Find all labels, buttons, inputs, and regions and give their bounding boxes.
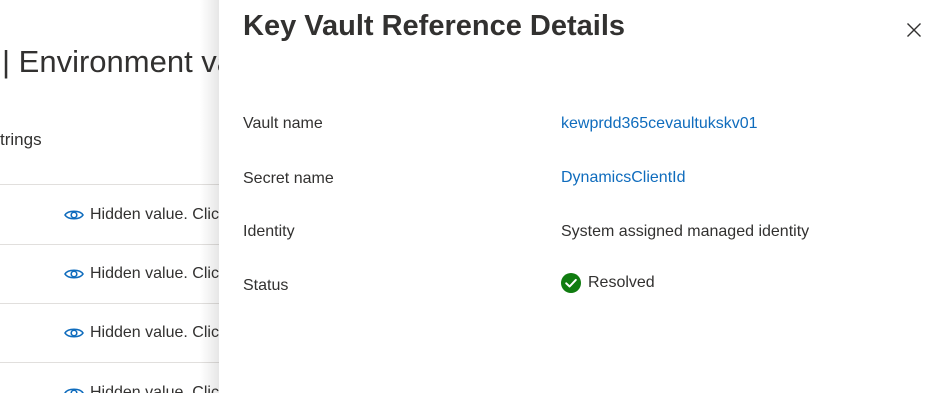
row-divider xyxy=(0,303,230,304)
vault-name-link[interactable]: kewprdd365cevaultukskv01 xyxy=(561,115,758,132)
panel-title: Key Vault Reference Details xyxy=(243,10,626,42)
identity-label: Identity xyxy=(243,223,295,240)
check-circle-icon xyxy=(561,273,581,293)
status-value: Resolved xyxy=(561,273,655,293)
eye-icon xyxy=(64,388,84,393)
screen: | Environment va trings Hidden value. Cl… xyxy=(0,0,940,393)
hidden-value-row[interactable]: Hidden value. Clic xyxy=(64,203,219,227)
row-divider xyxy=(0,184,230,185)
status-text: Resolved xyxy=(588,274,655,291)
status-label: Status xyxy=(243,277,289,294)
panel-shadow xyxy=(200,0,220,393)
row-divider xyxy=(0,362,230,363)
hidden-value-row[interactable]: Hidden value. Clic xyxy=(64,262,219,286)
tab-connection-strings[interactable]: trings xyxy=(0,130,42,150)
close-icon xyxy=(907,23,921,37)
eye-icon xyxy=(64,210,84,220)
hidden-value-row[interactable]: Hidden value. Clic xyxy=(64,321,219,345)
key-vault-reference-details-panel: Key Vault Reference Details Vault name k… xyxy=(219,0,940,393)
identity-value: System assigned managed identity xyxy=(561,223,810,240)
hidden-value-row[interactable]: Hidden value. Clic xyxy=(64,381,219,393)
vault-name-label: Vault name xyxy=(243,115,323,132)
row-divider xyxy=(0,244,230,245)
secret-name-label: Secret name xyxy=(243,170,334,187)
secret-name-link[interactable]: DynamicsClientId xyxy=(561,169,685,186)
eye-icon xyxy=(64,328,84,338)
eye-icon xyxy=(64,269,84,279)
close-button[interactable] xyxy=(902,18,926,42)
